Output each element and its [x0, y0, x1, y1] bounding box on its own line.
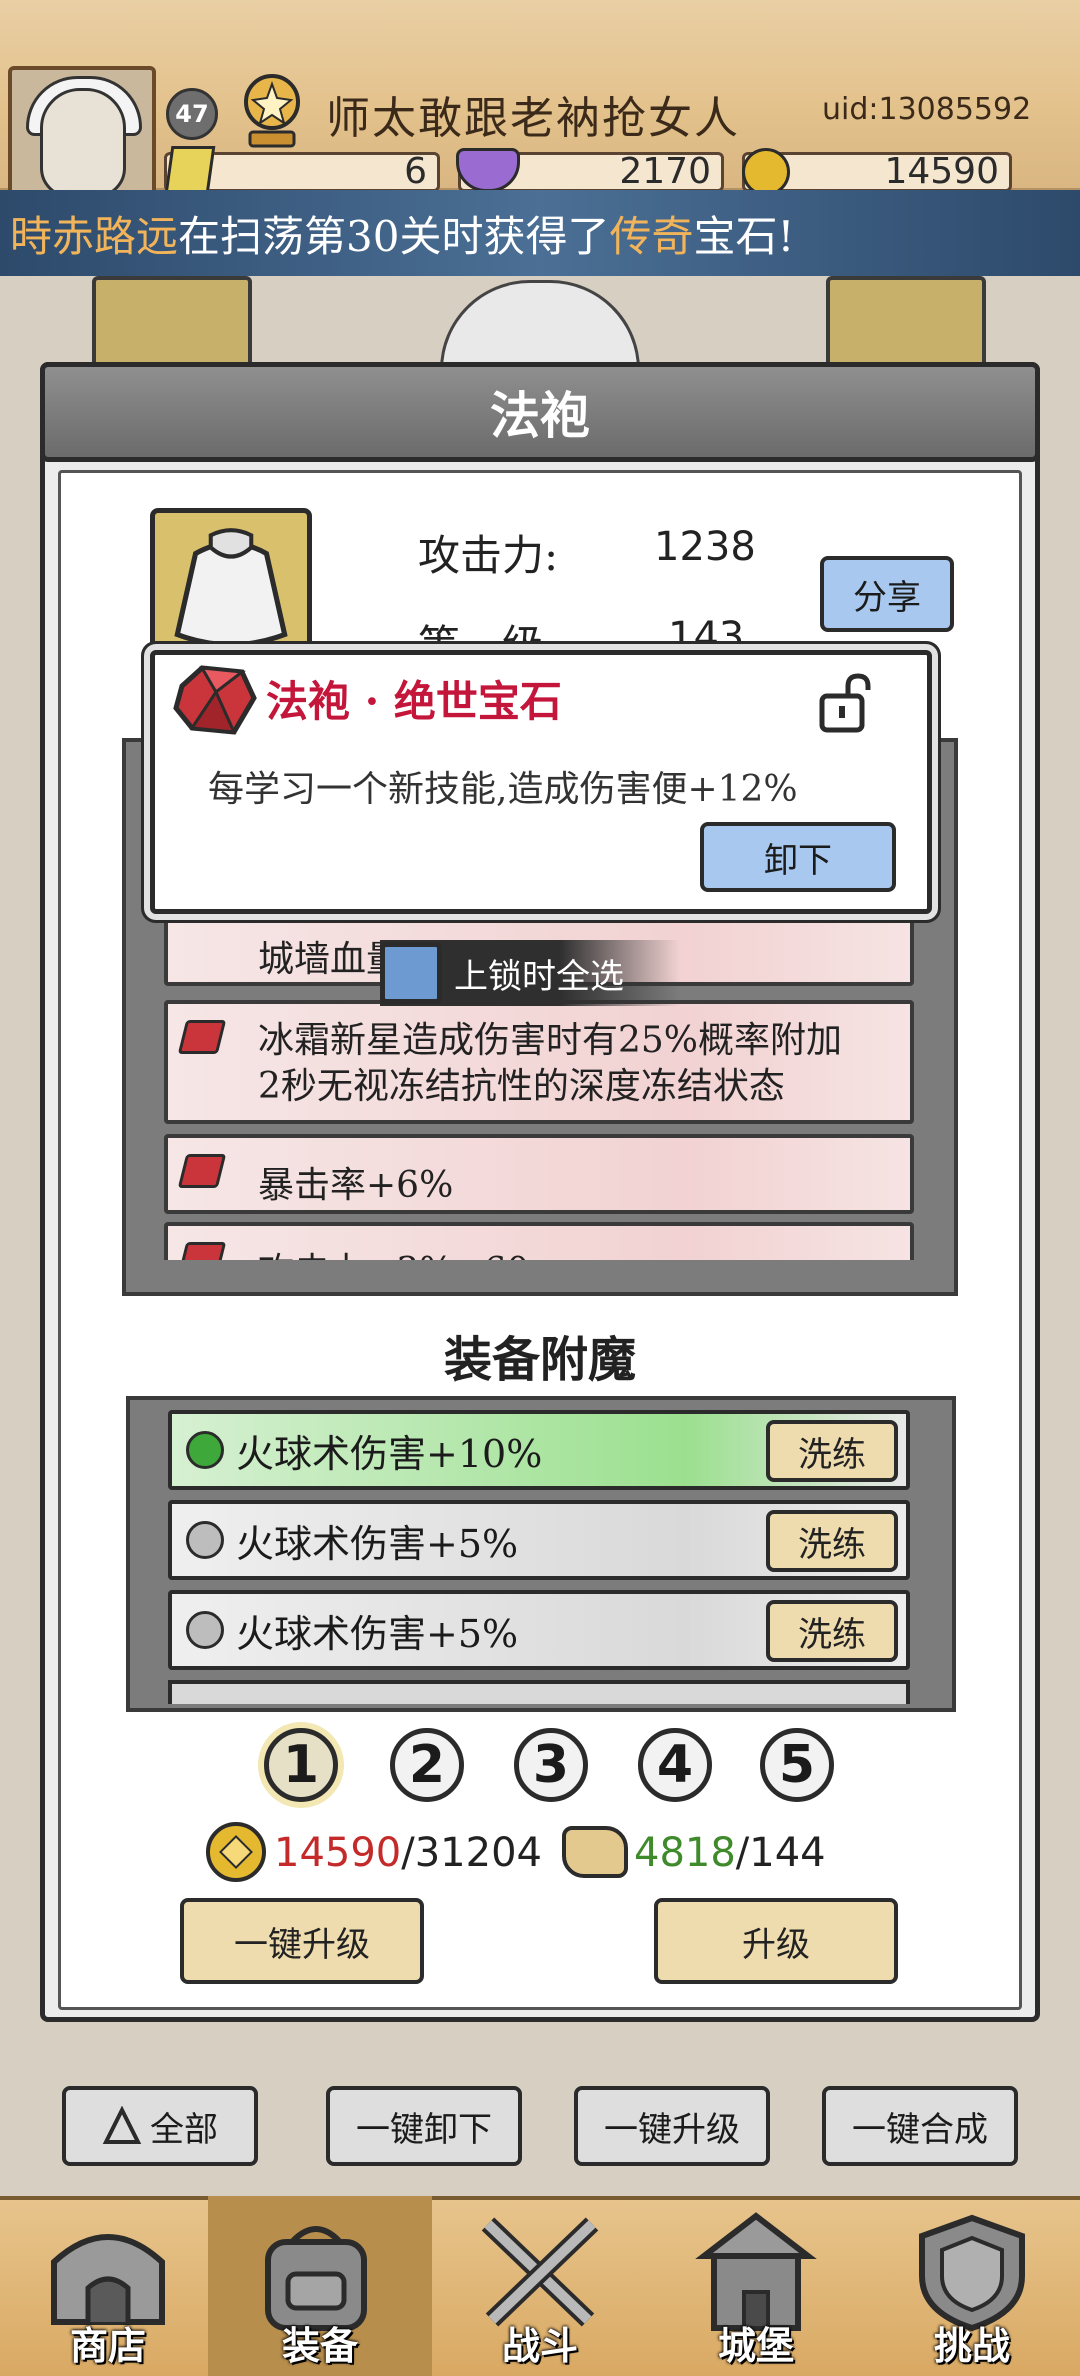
gold-need: /31204 [401, 1830, 542, 1876]
upgrade-button[interactable]: 升级 [654, 1898, 898, 1984]
gem-row-2[interactable]: 冰霜新星造成伤害时有25%概率附加 2秒无视冻结抗性的深度冻结状态 [164, 1000, 914, 1124]
ruby-gem-icon [173, 665, 257, 735]
shop-icon [51, 2234, 165, 2325]
triangle-filter-icon [102, 2106, 142, 2144]
gem-row-4[interactable]: 攻击力+3%+60 [164, 1222, 914, 1260]
broadcast-rarity: 传奇 [609, 211, 694, 261]
currency-gold-gem-value: 6 [404, 152, 427, 192]
nav-equipment[interactable]: 装备 [208, 2196, 432, 2376]
scroll-icon [562, 1826, 628, 1878]
gem-popup-description: 每学习一个新技能,造成伤害便+12% [208, 769, 798, 810]
nav-equipment-label: 装备 [281, 2323, 358, 2368]
scroll-cost: 4818/144 [634, 1830, 826, 1876]
share-button[interactable]: 分享 [820, 556, 954, 632]
merge-all-button[interactable]: 一键合成 [822, 2086, 1018, 2166]
one-click-upgrade-button[interactable]: 一键升级 [180, 1898, 424, 1984]
nav-castle-label: 城堡 [717, 2323, 794, 2368]
reroll-button-1[interactable]: 洗练 [766, 1420, 898, 1482]
broadcast-player: 時赤路远 [10, 211, 179, 261]
enchant-row-1[interactable]: 火球术伤害+10% 洗练 [168, 1410, 910, 1490]
robe-icon [174, 528, 288, 648]
unlocked-padlock-icon[interactable] [818, 672, 874, 734]
gold-cost: 14590/31204 [274, 1830, 542, 1876]
unequip-gem-button[interactable]: 卸下 [700, 822, 896, 892]
nav-battle[interactable]: 战斗 [432, 2196, 648, 2376]
ruby-gem-icon [177, 1154, 227, 1188]
gem-row-3-text: 暴击率+6% [258, 1165, 454, 1206]
reroll-button-3[interactable]: 洗练 [766, 1600, 898, 1662]
backpack-icon [265, 2226, 367, 2331]
player-name: 师太敢跟老衲抢女人 [326, 93, 740, 144]
scroll-have: 4818 [634, 1830, 736, 1876]
gold-coin-icon [206, 1822, 266, 1882]
scroll-need: /144 [735, 1830, 826, 1876]
enchant-row-2-text: 火球术伤害+5% [236, 1521, 519, 1566]
player-level-badge: 47 [166, 88, 218, 140]
upgrade-all-button[interactable]: 一键升级 [574, 2086, 770, 2166]
enchant-page-3[interactable]: 3 [514, 1728, 588, 1802]
lock-all-toggle[interactable]: 上锁时全选 [380, 940, 680, 1006]
nav-shop[interactable]: 商店 [0, 2196, 216, 2376]
white-quality-gem-icon [186, 1521, 224, 1559]
broadcast-banner: 時赤路远 在扫荡第30关时获得了 传奇 宝石! [0, 190, 1080, 276]
enchant-page-2[interactable]: 2 [390, 1728, 464, 1802]
filter-all-button[interactable]: 全部 [62, 2086, 258, 2166]
enchant-page-1[interactable]: 1 [264, 1728, 338, 1802]
lock-all-label: 上锁时全选 [454, 956, 624, 997]
enchant-page-5[interactable]: 5 [760, 1728, 834, 1802]
player-uid: uid:13085592 [822, 92, 1032, 127]
panel-title: 法袍 [40, 362, 1040, 462]
enchant-row-1-text: 火球术伤害+10% [236, 1431, 543, 1476]
white-quality-gem-icon [186, 1611, 224, 1649]
enchant-section-title: 装备附魔 [443, 1332, 636, 1388]
crossed-swords-icon [481, 2217, 599, 2327]
stat-attack-label: 攻击力: [418, 531, 559, 580]
gold-coin-icon [742, 148, 790, 196]
rank-medal-icon[interactable] [236, 72, 308, 152]
gem-row-3[interactable]: 暴击率+6% [164, 1134, 914, 1214]
castle-icon [695, 2212, 817, 2331]
filter-all-label: 全部 [150, 2109, 218, 2150]
gold-have: 14590 [274, 1830, 402, 1876]
reroll-button-2[interactable]: 洗练 [766, 1510, 898, 1572]
ruby-gem-icon [177, 1242, 227, 1260]
gold-gem-icon [164, 146, 216, 194]
gem-row-4-text: 攻击力+3%+60 [258, 1251, 529, 1260]
nav-battle-label: 战斗 [501, 2323, 578, 2368]
enchant-row-3-text: 火球术伤害+5% [236, 1611, 519, 1656]
broadcast-text-end: 宝石! [693, 211, 795, 261]
gem-row-2-text-line2: 2秒无视冻结抗性的深度冻结状态 [258, 1066, 785, 1107]
enchant-page-4[interactable]: 4 [638, 1728, 712, 1802]
shield-crest-icon [919, 2214, 1025, 2332]
enchant-row-2[interactable]: 火球术伤害+5% 洗练 [168, 1500, 910, 1580]
gem-row-2-text: 冰霜新星造成伤害时有25%概率附加 [258, 1020, 843, 1061]
gem-popup-title: 法袍 · 绝世宝石 [266, 677, 562, 726]
ruby-gem-icon [177, 1020, 227, 1054]
nav-shop-label: 商店 [69, 2323, 146, 2368]
stat-attack-value: 1238 [654, 524, 756, 570]
unequip-all-button[interactable]: 一键卸下 [326, 2086, 522, 2166]
nav-challenge[interactable]: 挑战 [864, 2196, 1080, 2376]
nav-challenge-label: 挑战 [933, 2323, 1010, 2368]
currency-gold-coin-value: 14590 [884, 152, 999, 192]
nav-castle[interactable]: 城堡 [648, 2196, 864, 2376]
broadcast-text-mid: 在扫荡第30关时获得了 [178, 211, 610, 261]
enchant-row-3[interactable]: 火球术伤害+5% 洗练 [168, 1590, 910, 1670]
lock-all-checkbox[interactable] [380, 942, 442, 1004]
enchant-row-4-partial [168, 1680, 910, 1704]
currency-diamond-value: 2170 [619, 152, 711, 192]
player-avatar[interactable] [8, 66, 156, 200]
green-quality-gem-icon [186, 1431, 224, 1469]
